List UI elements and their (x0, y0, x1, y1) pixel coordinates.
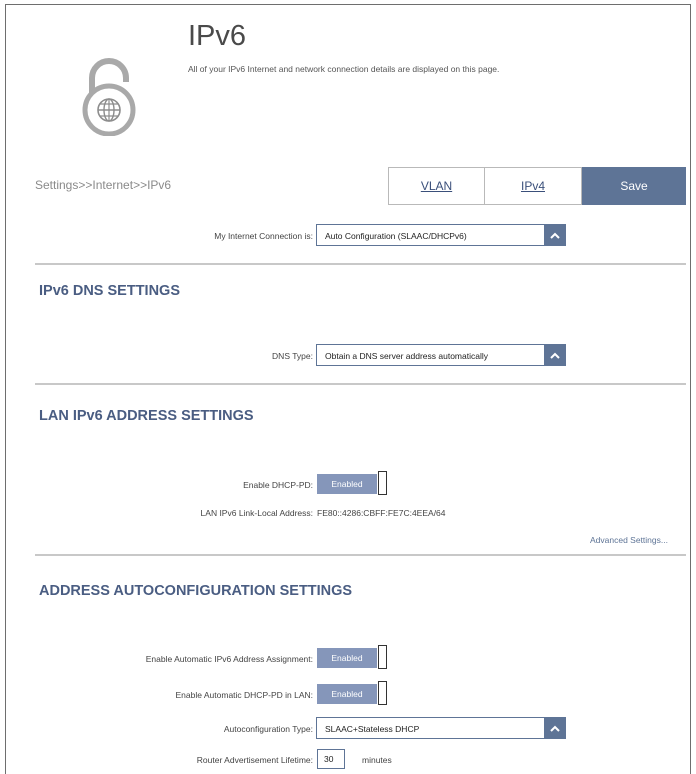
ra-lifetime-label: Router Advertisement Lifetime: (196, 755, 313, 765)
advanced-settings-link[interactable]: Advanced Settings... (590, 535, 668, 545)
chevron-up-icon (544, 718, 565, 738)
auto-dhcp-pd-label: Enable Automatic DHCP-PD in LAN: (175, 690, 313, 700)
toggle-state: Enabled (317, 684, 377, 704)
auto-assign-label: Enable Automatic IPv6 Address Assignment… (145, 654, 313, 664)
toolbar: VLAN IPv4 Save (388, 167, 686, 205)
page-description: All of your IPv6 Internet and network co… (188, 64, 500, 74)
autoconf-type-value: SLAAC+Stateless DHCP (325, 724, 420, 734)
breadcrumb: Settings>>Internet>>IPv6 (35, 178, 172, 192)
auto-assign-toggle[interactable]: Enabled (317, 645, 389, 671)
link-local-value: FE80::4286:CBFF:FE7C:4EEA/64 (317, 508, 446, 518)
dns-type-select[interactable]: Obtain a DNS server address automaticall… (316, 344, 566, 366)
toggle-knob (378, 681, 387, 705)
dhcp-pd-toggle[interactable]: Enabled (317, 471, 389, 497)
dns-section-title: IPv6 DNS SETTINGS (39, 283, 181, 299)
lan-section-title: LAN IPv6 ADDRESS SETTINGS (39, 408, 254, 424)
section-divider (35, 554, 686, 556)
autoconf-type-select[interactable]: SLAAC+Stateless DHCP (316, 717, 566, 739)
auto-dhcp-pd-toggle[interactable]: Enabled (317, 681, 389, 707)
autoconf-type-label: Autoconfiguration Type: (223, 724, 313, 734)
dhcp-pd-label: Enable DHCP-PD: (243, 480, 313, 490)
connection-type-value: Auto Configuration (SLAAC/DHCPv6) (325, 231, 467, 241)
vlan-link-button[interactable]: VLAN (388, 167, 485, 205)
toggle-state: Enabled (317, 648, 377, 668)
ra-lifetime-unit: minutes (362, 755, 392, 765)
save-button[interactable]: Save (582, 167, 686, 205)
connection-type-label: My Internet Connection is: (214, 231, 313, 241)
connection-type-select[interactable]: Auto Configuration (SLAAC/DHCPv6) (316, 224, 566, 246)
toggle-knob (378, 471, 387, 495)
section-divider (35, 383, 686, 385)
ra-lifetime-input[interactable]: 30 (317, 749, 345, 769)
chevron-up-icon (544, 225, 565, 245)
chevron-up-icon (544, 345, 565, 365)
ipv4-link-button[interactable]: IPv4 (485, 167, 582, 205)
autoconf-section-title: ADDRESS AUTOCONFIGURATION SETTINGS (39, 583, 353, 599)
dns-type-label: DNS Type: (272, 351, 313, 361)
link-local-label: LAN IPv6 Link-Local Address: (200, 508, 313, 518)
toggle-state: Enabled (317, 474, 377, 494)
dns-type-value: Obtain a DNS server address automaticall… (325, 351, 488, 361)
lock-globe-icon (82, 58, 136, 136)
toggle-knob (378, 645, 387, 669)
page-title: IPv6 (188, 20, 247, 52)
section-divider (35, 263, 686, 265)
